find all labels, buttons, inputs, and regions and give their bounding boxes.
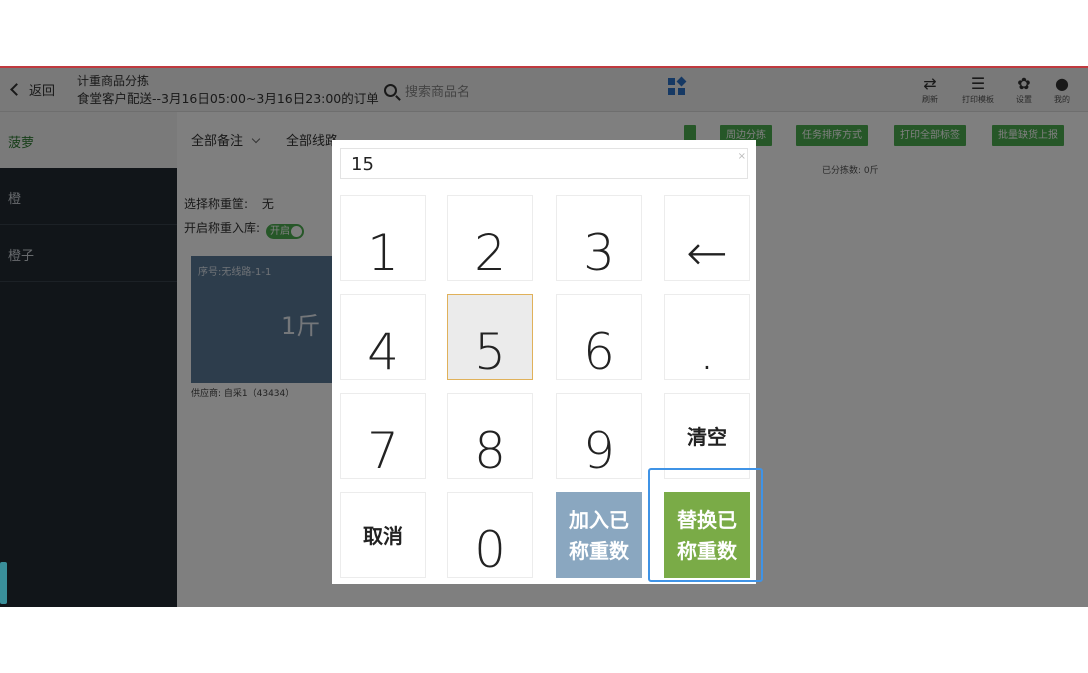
cancel-key[interactable]: 取消 [340, 492, 426, 578]
add-weighed-button[interactable]: 加入已 称重数 [556, 492, 642, 578]
key-6[interactable]: 6 [556, 294, 642, 381]
clear-key[interactable]: 清空 [664, 393, 750, 479]
key-2[interactable]: 2 [447, 195, 533, 282]
add-weighed-line1: 加入已 [569, 508, 629, 532]
key-3[interactable]: 3 [556, 195, 642, 282]
key-5[interactable]: 5 [447, 294, 533, 381]
key-8[interactable]: 8 [447, 393, 533, 480]
key-4[interactable]: 4 [340, 294, 426, 381]
app-window: 返回 计重商品分拣 食堂客户配送--3月16日05:00~3月16日23:00的… [0, 66, 1088, 607]
add-weighed-line2: 称重数 [569, 539, 629, 563]
key-decimal[interactable]: . [664, 294, 750, 381]
key-7[interactable]: 7 [340, 393, 426, 480]
key-9[interactable]: 9 [556, 393, 642, 480]
key-1[interactable]: 1 [340, 195, 426, 282]
keypad-modal: 15 × 1 2 3 ← 4 5 6 . 7 8 9 清空 取消 0 加入已 称… [332, 140, 763, 584]
side-handle[interactable] [0, 562, 7, 604]
close-icon[interactable]: × [738, 151, 746, 162]
key-0[interactable]: 0 [447, 492, 533, 579]
weight-input[interactable]: 15 [340, 148, 748, 179]
focus-highlight [648, 468, 763, 582]
backspace-key[interactable]: ← [664, 195, 750, 282]
